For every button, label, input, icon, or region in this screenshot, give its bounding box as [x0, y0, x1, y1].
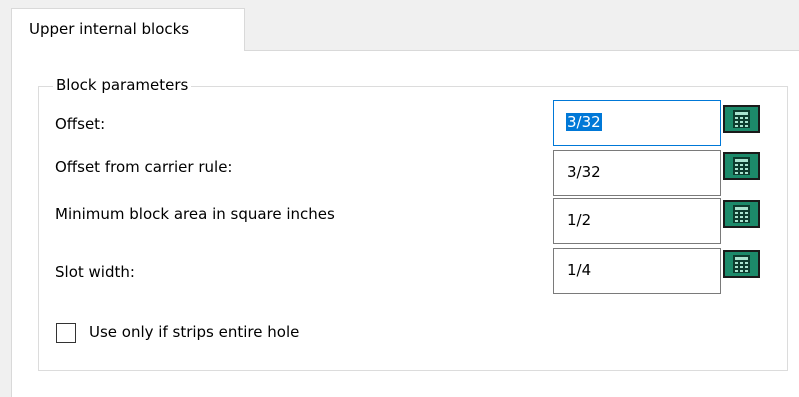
- calculator-icon: [733, 157, 750, 175]
- slot-width-value: 1/4: [567, 261, 592, 279]
- minimum-block-area-input[interactable]: 1/2: [553, 198, 721, 244]
- use-only-if-strips-entire-hole-checkbox[interactable]: [56, 323, 76, 343]
- slot-width-input[interactable]: 1/4: [553, 248, 721, 294]
- calculator-icon: [733, 255, 750, 273]
- slot-width-label: Slot width:: [55, 263, 135, 281]
- tab-label: Upper internal blocks: [29, 20, 190, 38]
- offset-from-carrier-rule-label: Offset from carrier rule:: [55, 158, 233, 176]
- offset-input[interactable]: 3/32: [553, 100, 721, 146]
- group-title: Block parameters: [53, 76, 192, 94]
- calculator-icon: [733, 205, 750, 223]
- calculator-icon: [733, 110, 750, 128]
- offset-label: Offset:: [55, 115, 106, 133]
- offset-from-carrier-rule-calculator-button[interactable]: [723, 152, 760, 180]
- slot-width-calculator-button[interactable]: [723, 250, 760, 278]
- minimum-block-area-calculator-button[interactable]: [723, 200, 760, 228]
- minimum-block-area-value: 1/2: [567, 211, 592, 229]
- offset-from-carrier-rule-value: 3/32: [567, 163, 601, 181]
- offset-from-carrier-rule-input[interactable]: 3/32: [553, 150, 721, 196]
- offset-calculator-button[interactable]: [723, 105, 760, 133]
- offset-value: 3/32: [566, 113, 602, 131]
- minimum-block-area-label: Minimum block area in square inches: [55, 205, 335, 223]
- tab-upper-internal-blocks[interactable]: Upper internal blocks: [11, 8, 245, 51]
- use-only-if-strips-entire-hole-label[interactable]: Use only if strips entire hole: [89, 323, 299, 341]
